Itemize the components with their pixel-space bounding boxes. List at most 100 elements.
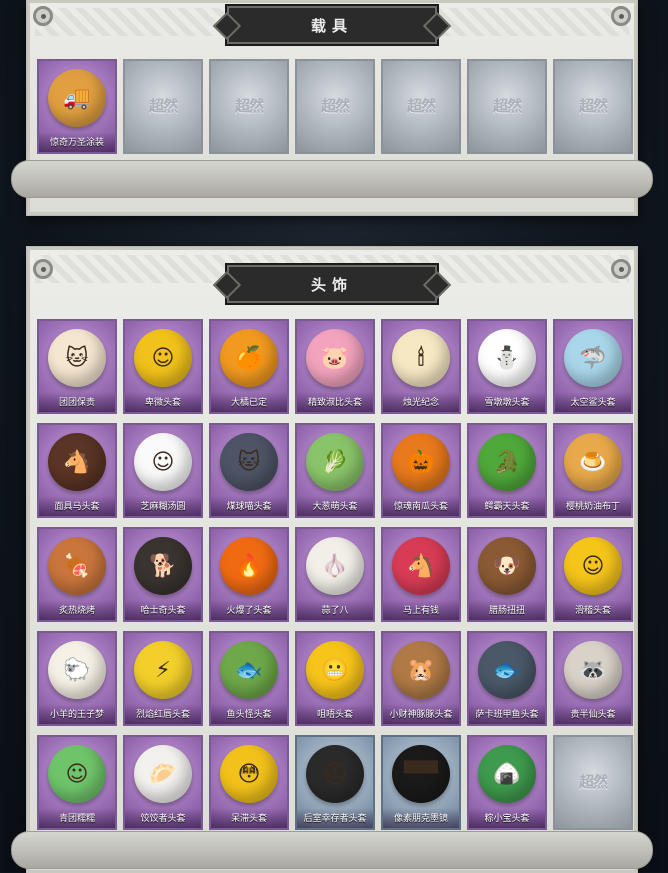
item-label: 呆滞头套 — [211, 808, 287, 828]
item-card[interactable]: 🐊 鳄霸天头套 — [467, 423, 547, 518]
item-card[interactable]: 🐟 鱼头怪头套 — [209, 631, 289, 726]
item-label: 大葱萌头套 — [297, 496, 373, 516]
empty-slot-card[interactable]: 超然 — [553, 735, 633, 830]
item-art-icon: 🐹 — [392, 641, 450, 699]
item-art-icon: 🍖 — [48, 537, 106, 595]
empty-slot-card[interactable]: 超然 — [123, 59, 203, 154]
placeholder-logo-icon: 超然 — [320, 96, 350, 115]
placeholder-logo-icon: 超然 — [148, 96, 178, 115]
gear-ornament-icon — [611, 6, 631, 26]
placeholder-logo-icon: 超然 — [578, 772, 608, 791]
item-art-icon: 🐟 — [478, 641, 536, 699]
vehicles-grid: 🚚 惊奇万圣涂装 超然 超然 超然 超然 超然 超然 — [37, 59, 633, 154]
item-art-icon: ☺ — [48, 745, 106, 803]
item-art-icon: 🥟 — [134, 745, 192, 803]
item-card[interactable]: 🚚 惊奇万圣涂装 — [37, 59, 117, 154]
item-card[interactable]: 🥬 大葱萌头套 — [295, 423, 375, 518]
gear-ornament-icon — [33, 259, 53, 279]
scroll-ornament — [11, 160, 653, 198]
item-card[interactable]: 🐷 精致淑比头套 — [295, 319, 375, 414]
item-card[interactable]: ▀▀ 像素朋克墨镜 — [381, 735, 461, 830]
item-card[interactable]: ☺ 卑微头套 — [123, 319, 203, 414]
item-card[interactable]: 🍮 樱桃奶油布丁 — [553, 423, 633, 518]
item-card[interactable]: 🧄 蒜了八 — [295, 527, 375, 622]
item-label: 腊肠扭扭 — [469, 600, 545, 620]
item-card[interactable]: ⛑ 后室幸存者头套 — [295, 735, 375, 830]
item-card[interactable]: ☺ 滑稽头套 — [553, 527, 633, 622]
item-art-icon: ☺ — [134, 433, 192, 491]
item-label: 鱼头怪头套 — [211, 704, 287, 724]
item-art-icon: 🔥 — [220, 537, 278, 595]
item-card[interactable]: ☺ 芝麻糊汤圆 — [123, 423, 203, 518]
item-art-icon: 🐶 — [478, 537, 536, 595]
item-card[interactable]: 🐱 煤球喵头套 — [209, 423, 289, 518]
item-card[interactable]: 🕯 烛光纪念 — [381, 319, 461, 414]
item-card[interactable]: 🐟 萨卡班甲鱼头套 — [467, 631, 547, 726]
headwear-title: 头饰 — [227, 265, 437, 303]
empty-slot-card[interactable]: 超然 — [553, 59, 633, 154]
item-art-icon: 🧄 — [306, 537, 364, 595]
item-card[interactable]: 🐑 小羊的王子梦 — [37, 631, 117, 726]
item-art-icon: 🦝 — [564, 641, 622, 699]
gear-ornament-icon — [611, 259, 631, 279]
item-label: 萨卡班甲鱼头套 — [469, 704, 545, 724]
item-card[interactable]: ⛄ 雪墩墩头套 — [467, 319, 547, 414]
item-card[interactable]: 🎃 惊魂南瓜头套 — [381, 423, 461, 518]
item-card[interactable]: 🐴 面具马头套 — [37, 423, 117, 518]
item-art-icon: 🎃 — [392, 433, 450, 491]
item-card[interactable]: ☺ 青团糯糯 — [37, 735, 117, 830]
item-label: 粽小宝头套 — [469, 808, 545, 828]
item-card[interactable]: 🐱 团团保贵 — [37, 319, 117, 414]
item-label: 蒜了八 — [297, 600, 373, 620]
item-label: 哈士奇头套 — [125, 600, 201, 620]
item-card[interactable]: 😬 咀唔头套 — [295, 631, 375, 726]
item-card[interactable]: 🐕 哈士奇头套 — [123, 527, 203, 622]
item-art-icon: 🐴 — [48, 433, 106, 491]
item-card[interactable]: 🍊 大橘已定 — [209, 319, 289, 414]
item-label: 惊奇万圣涂装 — [39, 132, 115, 152]
item-card[interactable]: ⚡ 烈焰红唇头套 — [123, 631, 203, 726]
item-art-icon: ⛑ — [306, 745, 364, 803]
item-art-icon: 🚚 — [48, 69, 106, 127]
item-art-icon: 🦈 — [564, 329, 622, 387]
item-label: 贵半仙头套 — [555, 704, 631, 724]
item-label: 面具马头套 — [39, 496, 115, 516]
item-art-icon: 🐱 — [220, 433, 278, 491]
item-card[interactable]: 🦝 贵半仙头套 — [553, 631, 633, 726]
item-art-icon: 😬 — [306, 641, 364, 699]
item-card[interactable]: 🍙 粽小宝头套 — [467, 735, 547, 830]
item-card[interactable]: 🍖 炙热烧烤 — [37, 527, 117, 622]
empty-slot-card[interactable]: 超然 — [295, 59, 375, 154]
item-card[interactable]: 🔥 火爆了头套 — [209, 527, 289, 622]
item-label: 大橘已定 — [211, 392, 287, 412]
item-label: 芝麻糊汤圆 — [125, 496, 201, 516]
item-label: 炙热烧烤 — [39, 600, 115, 620]
item-art-icon: 🐊 — [478, 433, 536, 491]
item-label: 惊魂南瓜头套 — [383, 496, 459, 516]
item-card[interactable]: 🐶 腊肠扭扭 — [467, 527, 547, 622]
item-art-icon: 🕯 — [392, 329, 450, 387]
item-art-icon: ☺ — [564, 537, 622, 595]
empty-slot-card[interactable]: 超然 — [467, 59, 547, 154]
item-label: 烈焰红唇头套 — [125, 704, 201, 724]
empty-slot-card[interactable]: 超然 — [381, 59, 461, 154]
item-art-icon: 🐟 — [220, 641, 278, 699]
item-card[interactable]: 🥟 饺饺者头套 — [123, 735, 203, 830]
item-label: 像素朋克墨镜 — [383, 808, 459, 828]
scroll-ornament — [11, 831, 653, 869]
item-art-icon: 🍙 — [478, 745, 536, 803]
item-label: 小羊的王子梦 — [39, 704, 115, 724]
item-card[interactable]: 😳 呆滞头套 — [209, 735, 289, 830]
item-art-icon: ⛄ — [478, 329, 536, 387]
item-label: 精致淑比头套 — [297, 392, 373, 412]
item-label: 火爆了头套 — [211, 600, 287, 620]
item-card[interactable]: 🦈 太空鲨头套 — [553, 319, 633, 414]
vehicles-panel: 载具 🚚 惊奇万圣涂装 超然 超然 超然 超然 超然 超然 — [11, 0, 653, 216]
item-label: 青团糯糯 — [39, 808, 115, 828]
item-card[interactable]: 🐹 小财神豚豚头套 — [381, 631, 461, 726]
item-card[interactable]: 🐴 马上有钱 — [381, 527, 461, 622]
item-art-icon: ⚡ — [134, 641, 192, 699]
placeholder-logo-icon: 超然 — [234, 96, 264, 115]
item-label: 樱桃奶油布丁 — [555, 496, 631, 516]
empty-slot-card[interactable]: 超然 — [209, 59, 289, 154]
